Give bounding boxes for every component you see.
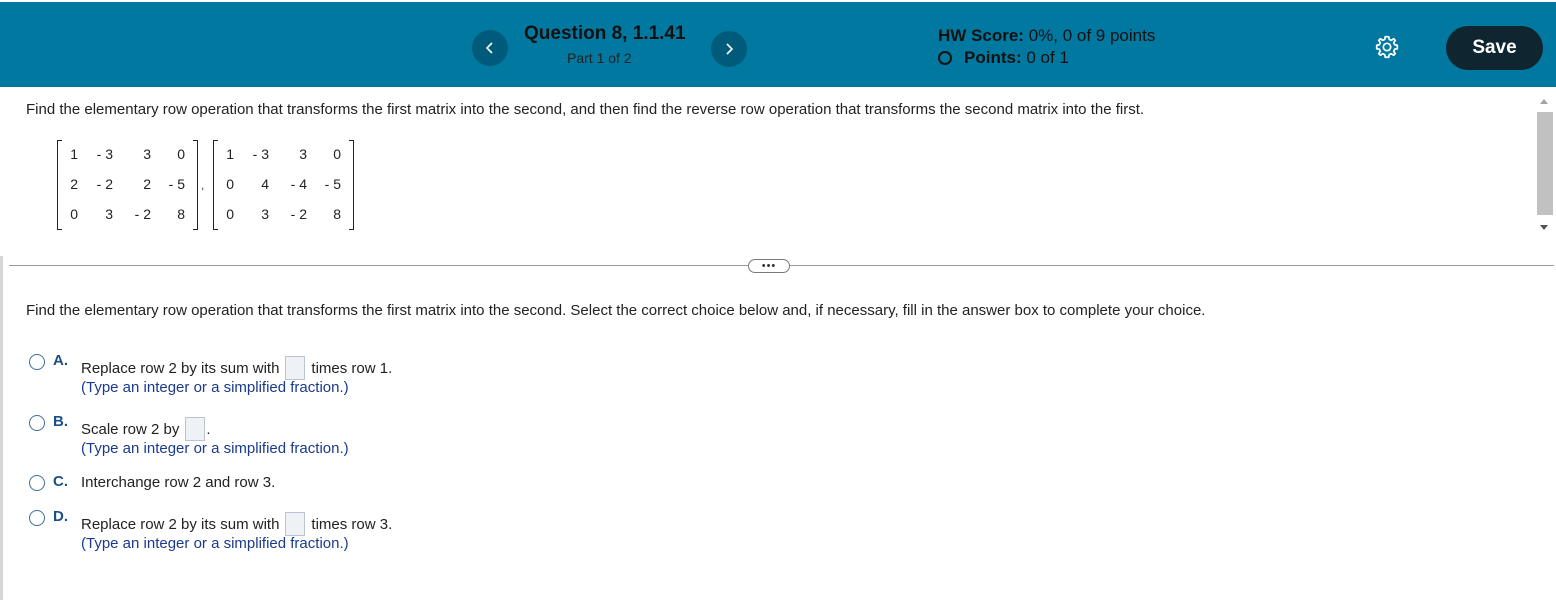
answer-instruction: Find the elementary row operation that t…	[26, 302, 1206, 319]
question-title: Question 8, 1.1.41	[524, 23, 686, 44]
choice-hint: (Type an integer or a simplified fractio…	[81, 379, 349, 396]
top-bar: Question 8, 1.1.41 Part 1 of 2 HW Score:…	[0, 0, 1556, 87]
choice-text-before: Replace row 2 by its sum with	[81, 359, 280, 377]
choice-d-radio[interactable]	[29, 510, 45, 526]
hw-score-value: 0%, 0 of 9 points	[1028, 26, 1156, 45]
matrix-1: 1 - 3 3 0 2 - 2 2 - 5 0 3 - 2 8	[57, 140, 198, 230]
expand-more-button[interactable]: •••	[748, 259, 790, 273]
previous-question-button[interactable]	[472, 30, 508, 66]
choice-text: Interchange row 2 and row 3.	[81, 474, 276, 491]
matrix-cell: 0	[226, 176, 234, 192]
matrix-cell: - 5	[168, 176, 185, 192]
matrix-cell: 3	[261, 206, 269, 222]
matrix-cell: 1	[226, 146, 234, 162]
answer-box-b[interactable]	[185, 417, 206, 441]
choice-text: Replace row 2 by its sum with times row …	[81, 512, 392, 536]
answer-box-d[interactable]	[285, 512, 306, 536]
matrix-cell: 3	[105, 206, 113, 222]
choice-c-radio[interactable]	[29, 475, 45, 491]
save-button[interactable]: Save	[1446, 26, 1543, 70]
matrix-cell: 1	[70, 146, 78, 162]
points-label: Points:	[964, 48, 1022, 67]
matrix-cell: - 4	[290, 176, 307, 192]
scroll-up-arrow-icon[interactable]	[1540, 99, 1548, 104]
matrix-cell: - 2	[290, 206, 307, 222]
panel-edge	[0, 256, 3, 600]
choice-letter: A.	[53, 352, 68, 369]
question-part: Part 1 of 2	[567, 50, 632, 66]
matrix-cell: 8	[333, 206, 341, 222]
matrix-cell: 2	[143, 176, 151, 192]
choice-letter: D.	[53, 508, 68, 525]
choice-letter: B.	[53, 413, 68, 430]
scroll-down-arrow-icon[interactable]	[1540, 225, 1548, 230]
matrix-right-bracket	[349, 140, 354, 230]
matrix-cell: 3	[299, 146, 307, 162]
points: Points: 0 of 1	[938, 48, 1069, 68]
choice-hint: (Type an integer or a simplified fractio…	[81, 535, 349, 552]
points-value: 0 of 1	[1026, 48, 1069, 67]
choice-text-after: times row 3.	[311, 515, 393, 533]
matrix-cell: 0	[226, 206, 234, 222]
next-question-button[interactable]	[711, 31, 747, 67]
matrix-cell: 0	[70, 206, 78, 222]
matrix-right-bracket	[193, 140, 198, 230]
question-statement: Find the elementary row operation that t…	[26, 101, 1145, 118]
matrix-cell: 0	[333, 146, 341, 162]
gear-icon[interactable]	[1374, 34, 1400, 60]
points-status-icon	[938, 51, 952, 65]
choice-text-before: Replace row 2 by its sum with	[81, 515, 280, 533]
choice-b-radio[interactable]	[29, 415, 45, 431]
choice-text: Replace row 2 by its sum with times row …	[81, 356, 392, 380]
matrix-cell: 4	[261, 176, 269, 192]
answer-box-a[interactable]	[285, 356, 306, 380]
choice-letter: C.	[53, 473, 68, 490]
matrix-cell: - 3	[96, 146, 113, 162]
scrollbar-thumb[interactable]	[1537, 112, 1553, 215]
hw-score: HW Score: 0%, 0 of 9 points	[938, 26, 1155, 46]
hw-score-label: HW Score:	[938, 26, 1024, 45]
choice-text-before: Scale row 2 by	[81, 420, 180, 438]
chevron-right-icon	[726, 43, 734, 55]
choice-a-radio[interactable]	[29, 354, 45, 370]
matrix-cell: 0	[177, 146, 185, 162]
choice-text-after: .	[206, 420, 211, 438]
matrix-cell: 3	[143, 146, 151, 162]
chevron-left-icon	[485, 42, 493, 54]
choice-text: Scale row 2 by .	[81, 417, 211, 441]
matrix-cell: 8	[177, 206, 185, 222]
matrix-separator: ,	[201, 178, 205, 192]
matrix-cell: - 2	[134, 206, 151, 222]
choice-text-after: times row 1.	[311, 359, 393, 377]
matrix-cell: 2	[70, 176, 78, 192]
matrix-cell: - 5	[324, 176, 341, 192]
matrix-2: 1 - 3 3 0 0 4 - 4 - 5 0 3 - 2 8	[213, 140, 354, 230]
choice-hint: (Type an integer or a simplified fractio…	[81, 440, 349, 457]
matrix-cell: - 2	[96, 176, 113, 192]
matrix-cell: - 3	[252, 146, 269, 162]
